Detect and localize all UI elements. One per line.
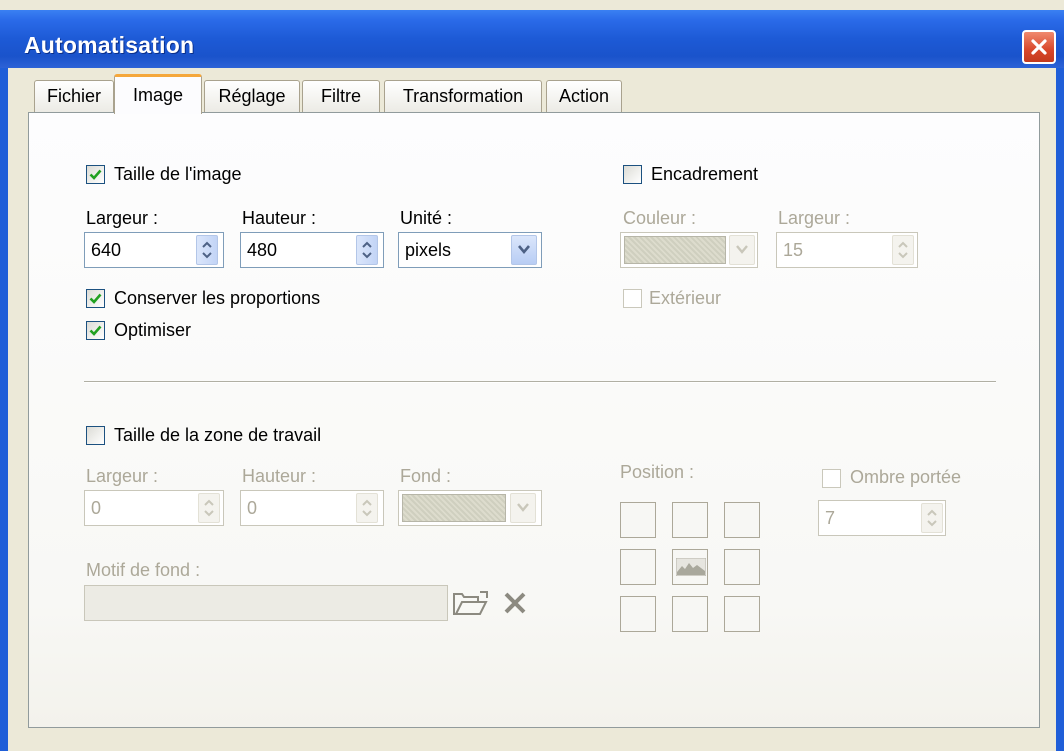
dialog-window: Automatisation Fichier Image Réglage Fil… <box>0 0 1064 751</box>
position-middle-right[interactable] <box>724 549 760 585</box>
image-width-spinner[interactable] <box>196 235 218 265</box>
keep-ratio-label: Conserver les proportions <box>114 288 321 308</box>
position-top-left[interactable] <box>620 502 656 538</box>
window-border-left <box>0 68 8 751</box>
tab-fichier[interactable]: Fichier <box>34 80 114 112</box>
checkmark-icon <box>89 325 102 336</box>
spinner-arrows-icon <box>204 499 214 517</box>
close-icon <box>1031 39 1047 55</box>
position-bottom-center[interactable] <box>672 596 708 632</box>
image-width-label: Largeur : <box>86 208 159 228</box>
frame-label: Encadrement <box>651 164 759 184</box>
unit-label: Unité : <box>400 208 453 228</box>
pattern-input[interactable] <box>84 585 448 621</box>
canvas-width-label: Largeur : <box>86 466 159 486</box>
position-bottom-right[interactable] <box>724 596 760 632</box>
checkmark-icon <box>89 169 102 180</box>
image-height-label: Hauteur : <box>242 208 317 228</box>
position-center[interactable] <box>672 549 708 585</box>
tab-panel-image <box>28 112 1040 728</box>
position-label: Position : <box>620 462 695 482</box>
frame-color-swatch <box>624 236 726 264</box>
keep-ratio-checkbox[interactable] <box>86 289 105 308</box>
drop-shadow-checkbox[interactable] <box>822 469 841 488</box>
checkmark-icon <box>89 293 102 304</box>
canvas-size-label: Taille de la zone de travail <box>114 425 322 445</box>
image-height-spinner[interactable] <box>356 235 378 265</box>
position-bottom-left[interactable] <box>620 596 656 632</box>
landscape-image-icon <box>676 558 706 576</box>
chevron-down-icon <box>518 245 530 255</box>
tab-filtre[interactable]: Filtre <box>302 80 380 112</box>
tab-label: Fichier <box>46 86 101 106</box>
title-bar[interactable]: Automatisation <box>0 10 1064 68</box>
canvas-height-label: Hauteur : <box>242 466 317 486</box>
tab-label: Image <box>132 85 184 105</box>
close-button[interactable] <box>1022 30 1056 64</box>
frame-width-spinner[interactable] <box>892 235 914 265</box>
canvas-width-spinner[interactable] <box>198 493 220 523</box>
optimize-checkbox[interactable] <box>86 321 105 340</box>
tab-label: Réglage <box>218 86 286 106</box>
x-icon[interactable] <box>502 591 528 615</box>
position-middle-left[interactable] <box>620 549 656 585</box>
frame-color-dropdown-button[interactable] <box>729 235 755 265</box>
image-size-label: Taille de l'image <box>114 164 242 184</box>
frame-outside-checkbox[interactable] <box>623 289 642 308</box>
position-top-center[interactable] <box>672 502 708 538</box>
unit-dropdown-button[interactable] <box>511 235 537 265</box>
frame-outside-label: Extérieur <box>649 288 722 308</box>
canvas-height-spinner[interactable] <box>356 493 378 523</box>
drop-shadow-label: Ombre portée <box>850 467 962 487</box>
spinner-arrows-icon <box>202 241 212 259</box>
drop-shadow-spinner[interactable] <box>921 503 943 533</box>
canvas-size-checkbox[interactable] <box>86 426 105 445</box>
canvas-background-dropdown-button[interactable] <box>510 493 536 523</box>
window-border-right <box>1056 68 1064 751</box>
tab-image[interactable]: Image <box>114 74 202 114</box>
frame-color-label: Couleur : <box>623 208 697 228</box>
optimize-label: Optimiser <box>114 320 192 340</box>
position-top-right[interactable] <box>724 502 760 538</box>
tab-reglage[interactable]: Réglage <box>204 80 300 112</box>
window-title: Automatisation <box>24 32 195 58</box>
chevron-down-icon <box>517 503 529 512</box>
frame-width-label: Largeur : <box>778 208 851 228</box>
folder-open-icon[interactable] <box>452 590 490 616</box>
tab-label: Transformation <box>402 86 524 106</box>
tab-transformation[interactable]: Transformation <box>384 80 542 112</box>
image-size-checkbox[interactable] <box>86 165 105 184</box>
canvas-background-swatch <box>402 494 506 522</box>
spinner-arrows-icon <box>362 499 372 517</box>
pattern-label: Motif de fond : <box>86 560 201 580</box>
frame-checkbox[interactable] <box>623 165 642 184</box>
canvas-background-label: Fond : <box>400 466 452 486</box>
spinner-arrows-icon <box>362 241 372 259</box>
tab-label: Filtre <box>321 86 361 106</box>
tab-action[interactable]: Action <box>546 80 622 112</box>
spinner-arrows-icon <box>898 241 908 259</box>
section-divider <box>84 381 996 383</box>
spinner-arrows-icon <box>927 509 937 527</box>
chevron-down-icon <box>736 245 748 254</box>
tab-label: Action <box>558 86 610 106</box>
